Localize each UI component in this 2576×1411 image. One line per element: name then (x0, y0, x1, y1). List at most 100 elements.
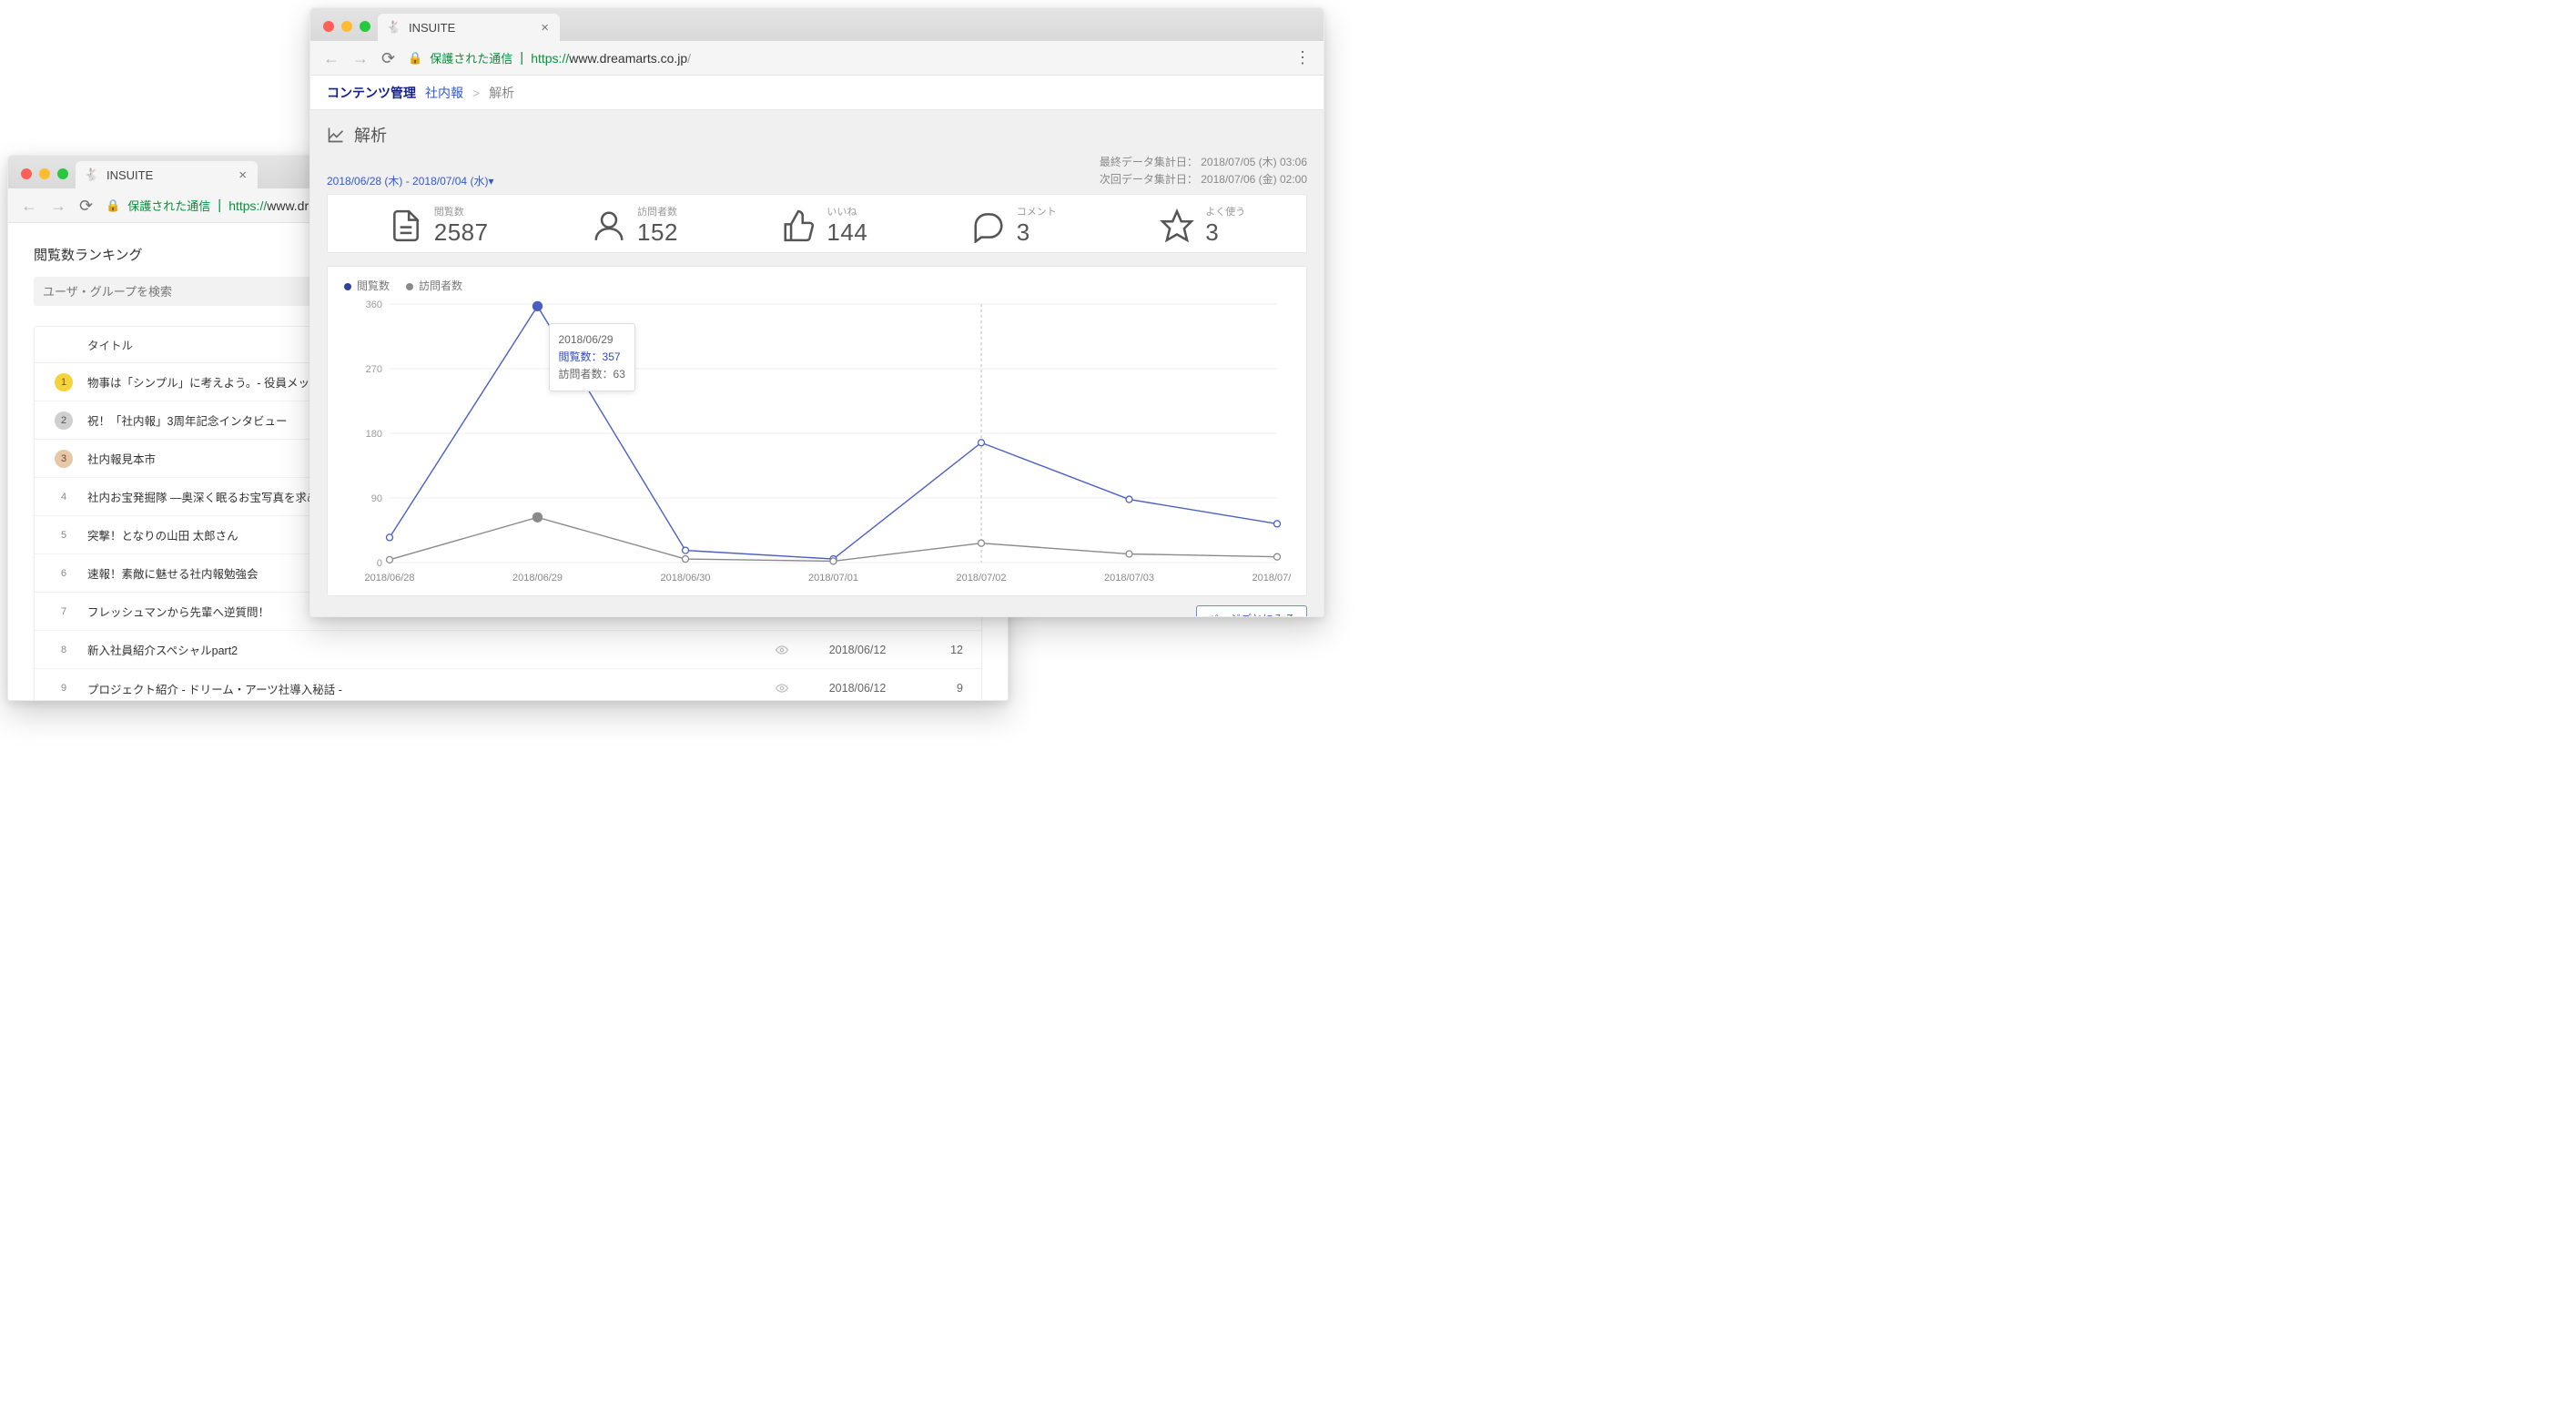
lock-icon: 🔒 (408, 51, 422, 66)
stat-thumb: いいね144 (781, 204, 867, 247)
user-icon (592, 208, 626, 243)
nav-reload-icon[interactable]: ⟳ (381, 50, 395, 66)
table-row[interactable]: 9プロジェクト紹介 - ドリーム・アーツ社導入秘話 -2018/06/129 (35, 669, 981, 701)
row-count: 12 (912, 644, 967, 656)
close-window-icon[interactable] (323, 21, 334, 32)
stat-star: よく使う3 (1160, 204, 1245, 247)
row-count: 9 (912, 682, 967, 695)
svg-text:2018/07/03: 2018/07/03 (1104, 573, 1154, 584)
eye-icon (776, 682, 803, 695)
rank-badge: 1 (55, 373, 73, 391)
stat-user: 訪問者数152 (592, 204, 678, 247)
legend-views: 閲覧数 (344, 278, 390, 293)
browser-window-analytics: 🐇 INSUITE × ← → ⟳ 🔒 保護された通信 | https://ww… (309, 7, 1324, 617)
chart-area[interactable]: 0901802703602018/06/282018/06/292018/06/… (344, 297, 1290, 588)
tab-title: INSUITE (409, 21, 455, 35)
rank-badge: 4 (55, 488, 73, 506)
row-date: 2018/06/12 (803, 644, 912, 656)
tab-title: INSUITE (106, 168, 153, 182)
tooltip-date: 2018/06/29 (559, 331, 625, 349)
breadcrumb-link[interactable]: 社内報 (425, 84, 463, 102)
minimize-window-icon[interactable] (341, 21, 352, 32)
nav-reload-icon[interactable]: ⟳ (79, 198, 93, 214)
comment-icon (971, 208, 1006, 243)
stat-file: 閲覧数2587 (389, 204, 489, 247)
collection-meta: 最終データ集計日： 2018/07/05 (木) 03:06 次回データ集計日：… (1100, 154, 1307, 188)
nav-forward-icon[interactable]: → (352, 50, 369, 66)
svg-text:0: 0 (377, 558, 382, 569)
rank-badge: 6 (55, 564, 73, 583)
rank-badge: 9 (55, 679, 73, 697)
address-bar: ← → ⟳ 🔒 保護された通信 | https://www.dreamarts.… (310, 41, 1323, 76)
window-controls[interactable] (318, 21, 378, 41)
breadcrumb-root[interactable]: コンテンツ管理 (327, 84, 416, 102)
svg-text:180: 180 (366, 429, 382, 440)
nav-forward-icon[interactable]: → (50, 198, 66, 214)
url-divider: | (218, 198, 221, 213)
rank-badge: 2 (55, 411, 73, 430)
stat-label: コメント (1017, 204, 1057, 218)
svg-text:2018/06/28: 2018/06/28 (364, 573, 414, 584)
nav-back-icon[interactable]: ← (21, 198, 37, 214)
stat-value: 2587 (434, 218, 489, 247)
stat-value: 3 (1017, 218, 1057, 247)
svg-text:2018/07/04: 2018/07/04 (1252, 573, 1291, 584)
eye-icon (776, 644, 803, 656)
tooltip-views: 閲覧数：357 (559, 349, 625, 366)
row-date: 2018/06/12 (803, 682, 912, 695)
page-title-row: 解析 (327, 123, 1307, 147)
url-text: https://www.dreamarts.co.jp/ (531, 51, 691, 66)
window-controls[interactable] (15, 168, 76, 188)
stat-value: 152 (637, 218, 678, 247)
stat-label: よく使う (1205, 204, 1245, 218)
legend-visitors: 訪問者数 (406, 278, 462, 293)
tab-close-icon[interactable]: × (541, 20, 549, 36)
breadcrumb-sep: > (472, 86, 480, 100)
star-icon (1160, 208, 1194, 243)
url-display[interactable]: 🔒 保護された通信 | https://www.dreamarts.co.jp/ (408, 49, 1282, 66)
rank-badge: 7 (55, 603, 73, 621)
maximize-window-icon[interactable] (57, 168, 68, 179)
rank-badge: 3 (55, 450, 73, 468)
stat-value: 3 (1205, 218, 1245, 247)
svg-text:2018/07/02: 2018/07/02 (956, 573, 1006, 584)
chart-legend: 閲覧数 訪問者数 (344, 278, 1290, 293)
url-divider: | (520, 50, 523, 66)
close-window-icon[interactable] (21, 168, 32, 179)
secure-label: 保護された通信 (430, 49, 512, 66)
row-title: 新入社員紹介スペシャルpart2 (78, 641, 776, 658)
page-title: 解析 (354, 123, 387, 147)
lock-icon: 🔒 (106, 198, 120, 213)
maximize-window-icon[interactable] (360, 21, 370, 32)
view-by-page-button[interactable]: ページごとにみる (1196, 605, 1307, 617)
tab-close-icon[interactable]: × (238, 167, 247, 183)
breadcrumb-current: 解析 (489, 84, 514, 102)
svg-text:2018/06/30: 2018/06/30 (660, 573, 710, 584)
table-row[interactable]: 8新入社員紹介スペシャルpart22018/06/1212 (35, 631, 981, 669)
browser-menu-icon[interactable]: ⋮ (1294, 48, 1311, 67)
minimize-window-icon[interactable] (39, 168, 50, 179)
tooltip-visitors: 訪問者数：63 (559, 366, 625, 383)
favicon-icon: 🐇 (387, 20, 401, 35)
breadcrumb: コンテンツ管理 社内報 > 解析 (310, 76, 1323, 110)
analytics-body: 解析 2018/06/28 (木) - 2018/07/04 (水)▾ 最終デー… (310, 110, 1323, 617)
row-title: プロジェクト紹介 - ドリーム・アーツ社導入秘話 - (78, 680, 776, 697)
nav-back-icon[interactable]: ← (323, 50, 340, 66)
stat-label: 閲覧数 (434, 204, 489, 218)
date-range-picker[interactable]: 2018/06/28 (木) - 2018/07/04 (水)▾ (327, 173, 493, 188)
stat-label: 訪問者数 (637, 204, 678, 218)
browser-tab[interactable]: 🐇 INSUITE × (378, 14, 560, 41)
stats-card: 閲覧数2587訪問者数152いいね144コメント3よく使う3 (327, 194, 1307, 253)
line-chart: 0901802703602018/06/282018/06/292018/06/… (344, 297, 1291, 588)
file-icon (389, 208, 423, 243)
browser-tab[interactable]: 🐇 INSUITE × (76, 161, 258, 188)
stat-comment: コメント3 (971, 204, 1057, 247)
favicon-icon: 🐇 (85, 167, 99, 182)
rank-badge: 5 (55, 526, 73, 544)
stat-value: 144 (827, 218, 867, 247)
url-text: https://www.dr (228, 198, 309, 213)
chart-icon (327, 126, 345, 144)
tab-bar: 🐇 INSUITE × (310, 8, 1323, 41)
svg-text:270: 270 (366, 364, 382, 375)
meta-row: 2018/06/28 (木) - 2018/07/04 (水)▾ 最終データ集計… (327, 154, 1307, 188)
